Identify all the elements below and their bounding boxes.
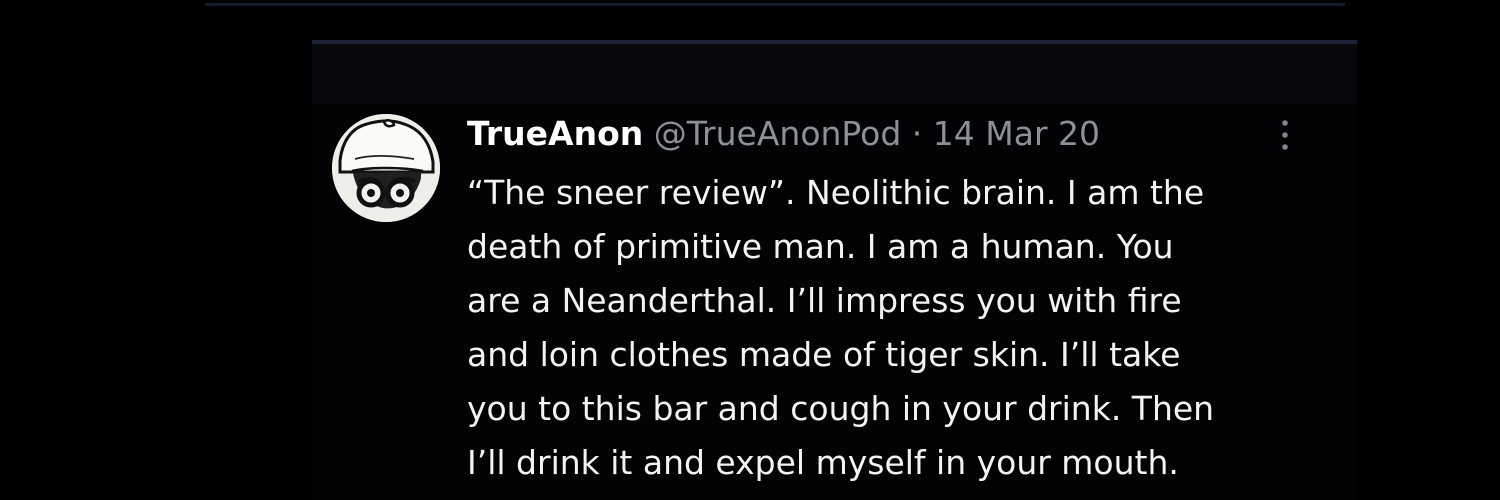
tweet-text-line: death of primitive man. I am a human. Yo… <box>467 227 1174 266</box>
more-vertical-icon <box>1282 120 1288 150</box>
tweet-text-line: “The sneer review”. Neolithic brain. I a… <box>467 173 1205 212</box>
tweet-text-line: you to this bar and cough in your drink.… <box>467 389 1215 428</box>
tweet-card[interactable]: TrueAnon @TrueAnonPod · 14 Mar 20 “The s… <box>312 40 1357 500</box>
user-handle[interactable]: @TrueAnonPod <box>654 114 902 153</box>
display-name[interactable]: TrueAnon <box>467 114 643 153</box>
hat-glasses-avatar-icon <box>332 114 440 222</box>
screenshot-canvas: TrueAnon @TrueAnonPod · 14 Mar 20 “The s… <box>0 0 1500 500</box>
tweet-text-line: I’ll drink it and expel myself in your m… <box>467 443 1179 482</box>
top-divider <box>205 3 1345 6</box>
tweet-text-line: and loin clothes made of tiger skin. I’l… <box>467 335 1181 374</box>
card-header-shade <box>312 44 1357 104</box>
tweet-text-line: are a Neanderthal. I’ll impress you with… <box>467 281 1182 320</box>
avatar[interactable] <box>332 114 440 222</box>
tweet-text: “The sneer review”. Neolithic brain. I a… <box>467 166 1327 490</box>
tweet-header: TrueAnon @TrueAnonPod · 14 Mar 20 <box>467 112 1100 156</box>
metadata-separator: · <box>911 114 923 153</box>
more-options-button[interactable] <box>1274 118 1296 152</box>
timestamp[interactable]: 14 Mar 20 <box>933 114 1100 153</box>
